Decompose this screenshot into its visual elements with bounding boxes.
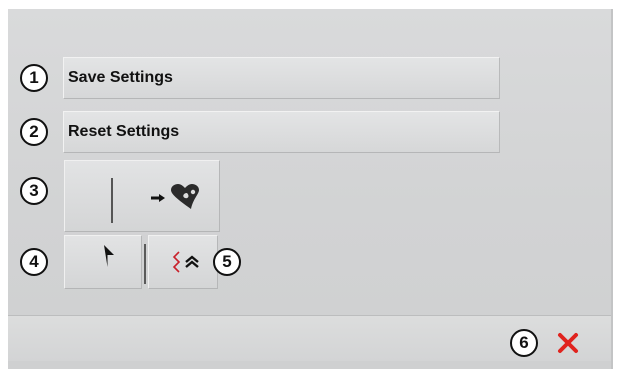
reset-settings-button[interactable]: Reset Settings bbox=[63, 111, 500, 153]
arrow-to-heart-icon bbox=[151, 184, 199, 209]
callout-6: 6 bbox=[510, 329, 538, 357]
callout-4: 4 bbox=[20, 248, 48, 276]
close-button[interactable] bbox=[553, 328, 583, 358]
return-button[interactable] bbox=[64, 235, 142, 289]
zigzag-double-chevron-up-icon bbox=[172, 251, 199, 273]
close-icon bbox=[558, 333, 578, 353]
save-settings-button[interactable]: Save Settings bbox=[63, 57, 500, 99]
export-to-heart-button[interactable] bbox=[64, 160, 220, 232]
callout-1: 1 bbox=[20, 64, 48, 92]
return-arrow-icon bbox=[104, 245, 114, 267]
save-settings-label: Save Settings bbox=[68, 69, 173, 86]
divider bbox=[144, 244, 146, 284]
callout-5: 5 bbox=[213, 248, 241, 276]
callout-2: 2 bbox=[20, 118, 48, 146]
divider bbox=[111, 178, 113, 223]
reset-settings-label: Reset Settings bbox=[68, 123, 180, 140]
stitch-up-button[interactable] bbox=[148, 235, 218, 289]
callout-3: 3 bbox=[20, 177, 48, 205]
